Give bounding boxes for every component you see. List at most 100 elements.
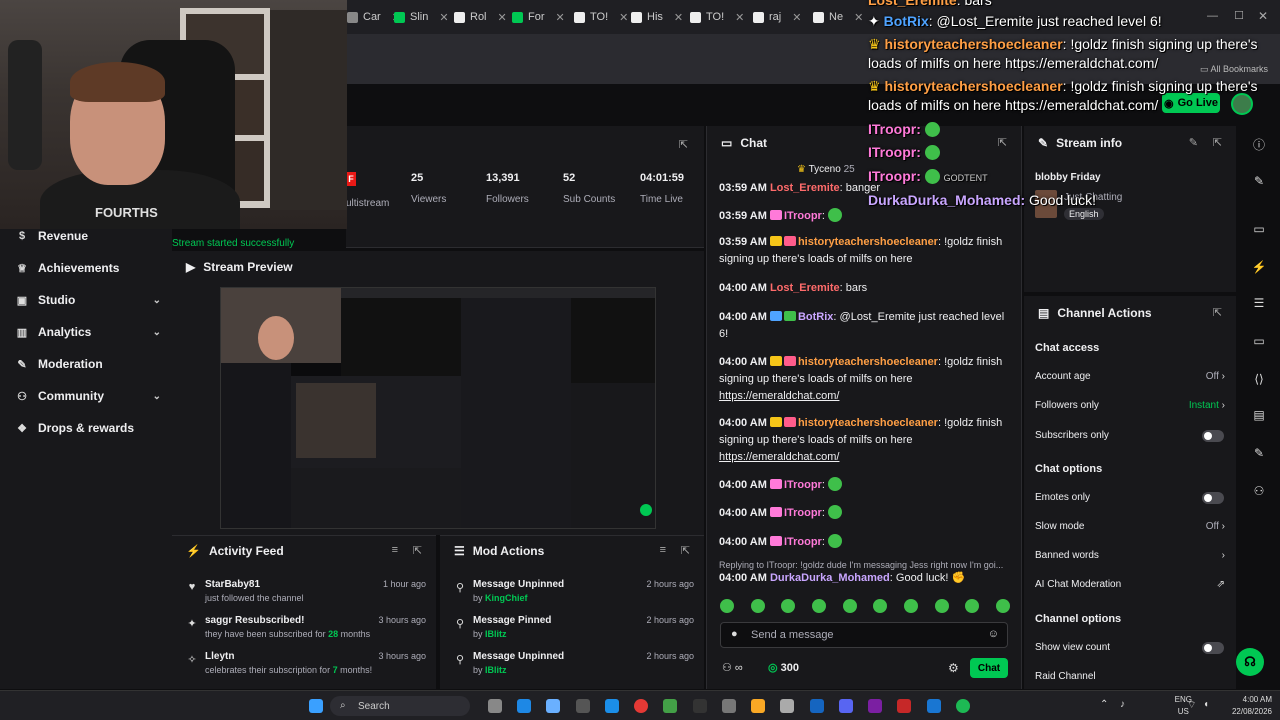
- popout-icon[interactable]: ⇱: [1213, 136, 1222, 149]
- edge-icon[interactable]: [517, 699, 531, 713]
- message-username[interactable]: historyteachershoecleaner: [798, 356, 938, 368]
- tab-close-icon[interactable]: ✕: [854, 11, 863, 24]
- mod-action-moderator[interactable]: KingChief: [485, 593, 528, 603]
- mod-action-item[interactable]: ⚲ Message Unpinned by IBlitz 2 hours ago: [440, 651, 704, 687]
- emote-6[interactable]: [873, 599, 888, 613]
- filter-icon[interactable]: ≡: [392, 544, 398, 556]
- browser-tab[interactable]: Car✕: [347, 8, 401, 26]
- tray-chevron-icon[interactable]: ⌃: [1100, 699, 1108, 710]
- sidebar-item-studio[interactable]: ▣ Studio ⌄: [16, 293, 161, 307]
- sidebar-item-community[interactable]: ⚇ Community ⌄: [16, 389, 161, 403]
- all-bookmarks[interactable]: ▭ All Bookmarks: [1200, 64, 1268, 75]
- message-username[interactable]: ITroopr: [784, 536, 822, 548]
- message-username[interactable]: DurkaDurka_Mohamed: [770, 572, 890, 584]
- chat-message[interactable]: 03:59 AM Lost_Eremite: banger: [719, 180, 1009, 197]
- subscribers-only-toggle[interactable]: [1202, 430, 1224, 442]
- chat-message[interactable]: 04:00 AM DurkaDurka_Mohamed: Good luck! …: [719, 570, 1009, 587]
- emote-5[interactable]: [842, 599, 857, 613]
- sidebar-item-moderation[interactable]: ✎ Moderation: [16, 357, 161, 371]
- profile-avatar[interactable]: [1231, 93, 1253, 115]
- browser-tab[interactable]: His ✕: [631, 8, 683, 26]
- chat-message-input[interactable]: ● Send a message ☺: [720, 622, 1008, 648]
- send-chat-button[interactable]: Chat: [970, 658, 1008, 678]
- browser-tab[interactable]: TO! ✕: [574, 8, 628, 26]
- channel-points-icon[interactable]: ⚇ ∞: [722, 661, 743, 674]
- emote-10[interactable]: [995, 599, 1010, 613]
- windows-start-icon[interactable]: [309, 699, 323, 713]
- tab-close-icon[interactable]: ✕: [556, 11, 565, 24]
- message-username[interactable]: historyteachershoecleaner: [798, 417, 938, 429]
- popout-icon[interactable]: ⇱: [681, 544, 690, 557]
- tab-close-icon[interactable]: ✕: [619, 11, 628, 24]
- help-button[interactable]: ☊: [1236, 648, 1264, 676]
- raid-channel-row[interactable]: Raid Channel: [1035, 671, 1225, 685]
- go-live-button[interactable]: ◉ Go Live: [1162, 93, 1220, 113]
- message-username[interactable]: historyteachershoecleaner: [798, 236, 938, 248]
- activity-item[interactable]: ✦ saggr Resubscribed! they have been subsc…: [172, 615, 436, 651]
- edit-icon[interactable]: ✎: [1189, 136, 1198, 149]
- emotes-only-toggle[interactable]: [1202, 492, 1224, 504]
- sidebar-item-revenue[interactable]: $ Revenue: [16, 229, 161, 243]
- code-icon[interactable]: ⟨⟩: [1250, 370, 1268, 388]
- account-age-row[interactable]: Account age Off ›: [1035, 371, 1225, 385]
- message-username[interactable]: Lost_Eremite: [770, 182, 840, 194]
- folder-icon[interactable]: [751, 699, 765, 713]
- bolt-icon[interactable]: ⚡: [1250, 258, 1268, 276]
- sidebar-item-achievements[interactable]: ♕ Achievements: [16, 261, 161, 275]
- followers-only-row[interactable]: Followers only Instant ›: [1035, 400, 1225, 414]
- app-icon[interactable]: [780, 699, 794, 713]
- sidebar-item-drops-rewards[interactable]: ❖ Drops & rewards: [16, 421, 161, 435]
- stack-icon[interactable]: ▤: [1250, 406, 1268, 424]
- chat-message[interactable]: 04:00 AM historyteachershoecleaner: !gol…: [719, 415, 1009, 466]
- pen-icon[interactable]: ✎: [1250, 172, 1268, 190]
- settings-icon[interactable]: [722, 699, 736, 713]
- close-window-icon[interactable]: ✕: [1258, 9, 1268, 23]
- message-username[interactable]: ITroopr: [784, 507, 822, 519]
- chat-message[interactable]: 03:59 AM historyteachershoecleaner: !gol…: [719, 234, 1009, 268]
- pinned-user-bar[interactable]: ♛ Tyceno 25: [797, 164, 855, 175]
- emote-9[interactable]: [965, 599, 980, 613]
- stream-preview-video[interactable]: [220, 287, 656, 529]
- browser-tab[interactable]: Ne ✕: [813, 8, 863, 26]
- activity-item[interactable]: ✧ Lleytn celebrates their subscription for…: [172, 651, 436, 687]
- emote-1[interactable]: [720, 599, 734, 613]
- vs-icon[interactable]: [927, 699, 941, 713]
- sidebar-item-analytics[interactable]: ▥ Analytics ⌄: [16, 325, 161, 339]
- message-username[interactable]: ITroopr: [784, 479, 822, 491]
- chat-message[interactable]: 04:00 AM ITroopr:: [719, 505, 1009, 522]
- message-username[interactable]: BotRix: [798, 311, 833, 323]
- popout-icon[interactable]: ⇱: [998, 136, 1007, 149]
- taskbar-clock[interactable]: 4:00 AM 22/08/2026: [1232, 694, 1272, 718]
- monitor-icon[interactable]: ▭: [1250, 220, 1268, 238]
- steam-icon[interactable]: [605, 699, 619, 713]
- tab-close-icon[interactable]: ✕: [792, 11, 801, 24]
- spotify-icon[interactable]: [956, 699, 970, 713]
- popout-icon[interactable]: ⇱: [413, 544, 422, 557]
- emote-8[interactable]: [934, 599, 949, 613]
- volume-icon[interactable]: ◖: [1203, 699, 1209, 710]
- app-icon[interactable]: [546, 699, 560, 713]
- message-link[interactable]: https://emeraldchat.com/: [719, 390, 839, 402]
- mod-action-item[interactable]: ⚲ Message Pinned by IBlitz 2 hours ago: [440, 615, 704, 651]
- browser-tab[interactable]: For ✕: [512, 8, 565, 26]
- emote-7[interactable]: [903, 599, 918, 613]
- app-icon[interactable]: [897, 699, 911, 713]
- show-view-count-toggle[interactable]: [1202, 642, 1224, 654]
- chat-message[interactable]: 04:00 AM BotRix: @Lost_Eremite just reac…: [719, 309, 1009, 343]
- slow-mode-row[interactable]: Slow mode Off ›: [1035, 521, 1225, 535]
- tab-close-icon[interactable]: ✕: [439, 11, 448, 24]
- mic-icon[interactable]: ♪: [1120, 699, 1125, 710]
- browser-tab[interactable]: Rol ✕: [454, 8, 507, 26]
- message-username[interactable]: ITroopr: [784, 210, 822, 222]
- minimize-icon[interactable]: —: [1207, 10, 1218, 22]
- chat-message[interactable]: 03:59 AM ITroopr:: [719, 208, 1009, 225]
- banned-words-row[interactable]: Banned words ›: [1035, 550, 1225, 564]
- browser-tab[interactable]: TO! ✕: [690, 8, 744, 26]
- tab-close-icon[interactable]: ✕: [735, 11, 744, 24]
- mod-action-moderator[interactable]: IBlitz: [485, 665, 507, 675]
- app-icon[interactable]: [868, 699, 882, 713]
- browser-tab[interactable]: raj ✕: [753, 8, 801, 26]
- message-link[interactable]: https://emeraldchat.com/: [719, 451, 839, 463]
- epic-icon[interactable]: [693, 699, 707, 713]
- chat-message[interactable]: 04:00 AM historyteachershoecleaner: !gol…: [719, 354, 1009, 405]
